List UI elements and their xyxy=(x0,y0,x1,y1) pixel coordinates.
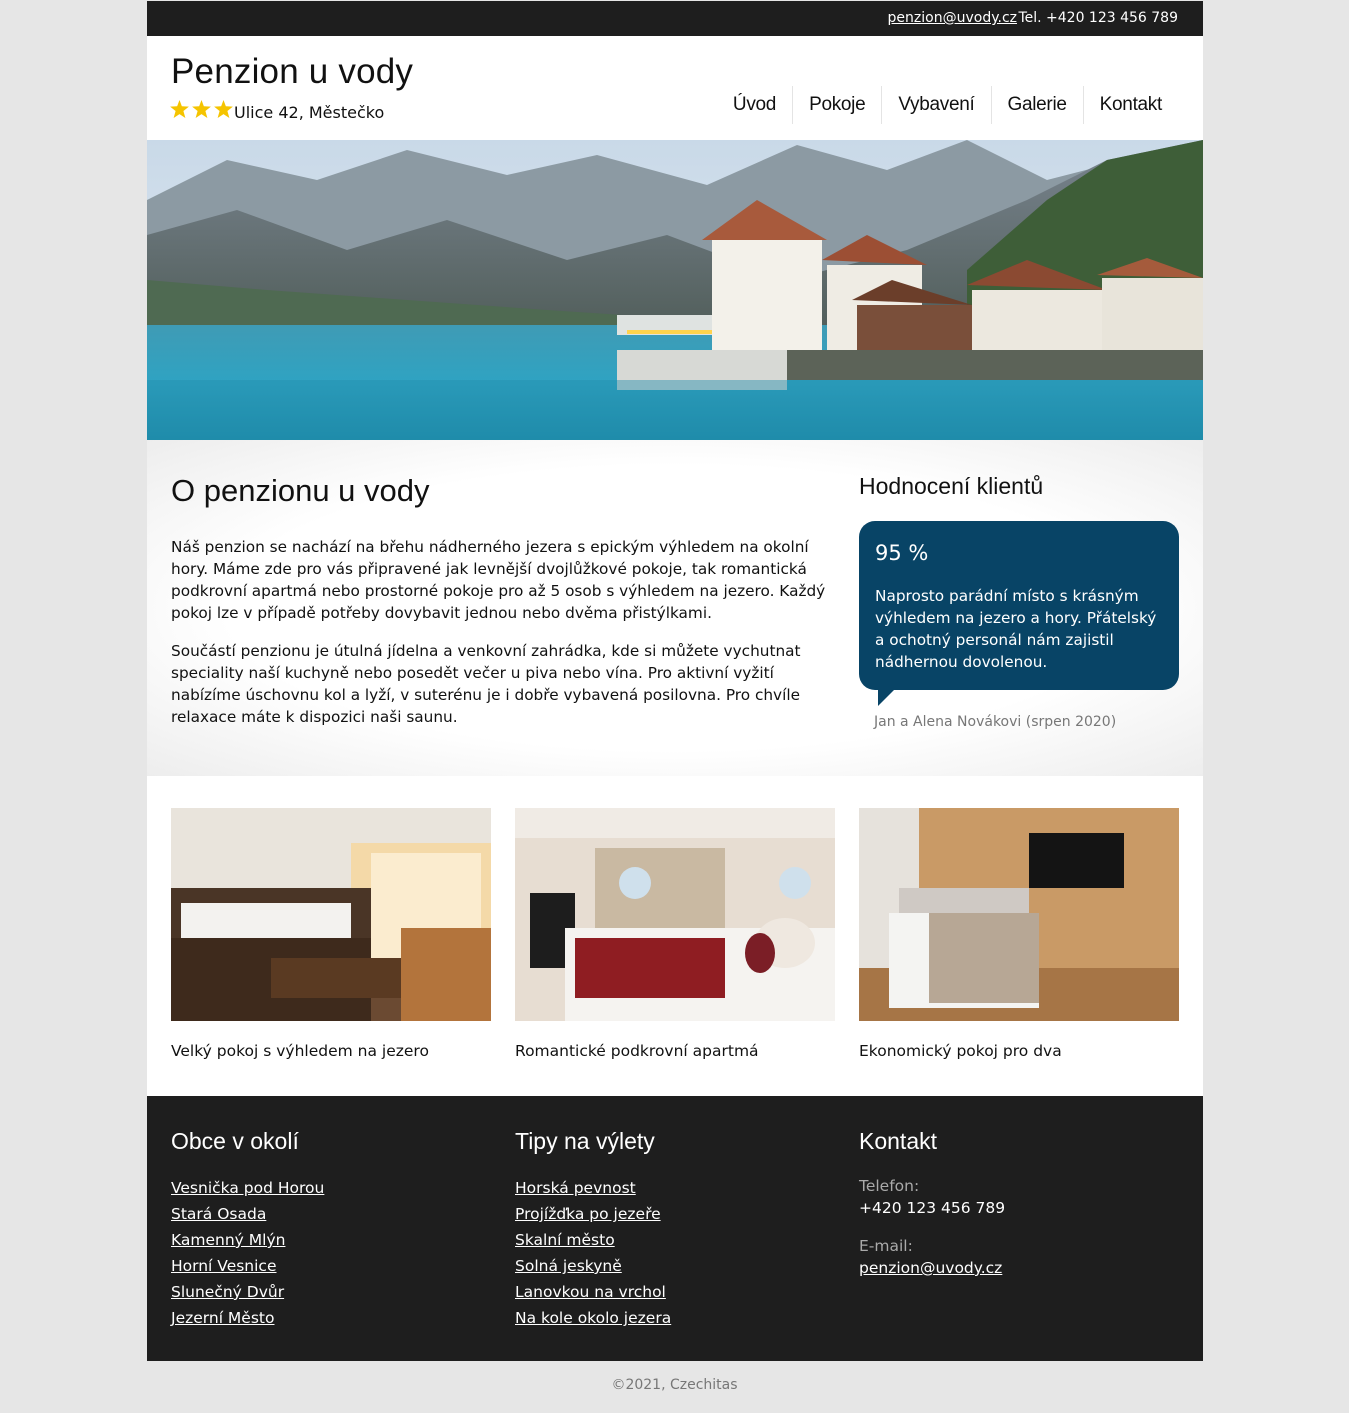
star-icon xyxy=(214,100,234,118)
phone-value: +420 123 456 789 xyxy=(859,1199,1006,1217)
nav-item-kontakt[interactable]: Kontakt xyxy=(1082,86,1178,124)
review-score: 95 % xyxy=(875,541,929,565)
reviews-heading: Hodnocení klientů xyxy=(859,473,1044,499)
footer-email-link[interactable]: penzion@uvody.cz xyxy=(859,1257,1179,1279)
main-nav: Úvod Pokoje Vybavení Galerie Kontakt xyxy=(717,86,1178,124)
about-paragraph-2: Součástí penzionu je útulná jídelna a ve… xyxy=(171,642,801,726)
village-link[interactable]: Vesnička pod Horou xyxy=(171,1175,491,1201)
footer-trips: Tipy na výlety Horská pevnost Projížďka … xyxy=(515,1128,835,1331)
review-bubble: 95 % Naprosto parádní místo s krásným vý… xyxy=(859,521,1179,706)
star-icon xyxy=(192,100,211,118)
header: Penzion u vody Ulice 42, Městečko Úvod P… xyxy=(147,36,1203,140)
room-card[interactable]: Velký pokoj s výhledem na jezero xyxy=(171,808,491,1060)
copyright: ©2021, Czechitas xyxy=(611,1377,738,1393)
email-label: E-mail: xyxy=(859,1237,913,1255)
room-caption: Romantické podkrovní apartmá xyxy=(515,1042,759,1060)
topbar-email-link[interactable]: penzion@uvody.cz xyxy=(888,10,1017,26)
address: Ulice 42, Městečko xyxy=(234,103,385,122)
nav-item-uvod[interactable]: Úvod xyxy=(717,86,792,124)
star-icon xyxy=(170,100,189,118)
about-heading: O penzionu u vody xyxy=(171,473,430,508)
room-card[interactable]: Ekonomický pokoj pro dva xyxy=(859,808,1179,1060)
nav-item-pokoje[interactable]: Pokoje xyxy=(792,86,881,124)
footer-contact: Kontakt Telefon: +420 123 456 789 E-mail… xyxy=(859,1128,1179,1295)
top-bar: penzion@uvody.cz Tel. +420 123 456 789 xyxy=(147,1,1203,36)
room-photo-economy-double xyxy=(859,808,1179,1021)
village-link[interactable]: Kamenný Mlýn xyxy=(171,1227,491,1253)
trip-link[interactable]: Skalní město xyxy=(515,1227,835,1253)
village-link[interactable]: Stará Osada xyxy=(171,1201,491,1227)
room-photo-attic-apartment xyxy=(515,808,835,1021)
trip-link[interactable]: Horská pevnost xyxy=(515,1175,835,1201)
trip-link[interactable]: Na kole okolo jezera xyxy=(515,1305,835,1331)
phone-label: Telefon: xyxy=(859,1177,920,1195)
trip-link[interactable]: Lanovkou na vrchol xyxy=(515,1279,835,1305)
review-author: Jan a Alena Novákovi (srpen 2020) xyxy=(874,714,1117,730)
star-rating xyxy=(170,100,234,122)
footer-contact-heading: Kontakt xyxy=(859,1128,937,1154)
about-paragraph-1: Náš penzion se nachází na břehu nádherné… xyxy=(171,538,826,622)
rooms-section: Velký pokoj s výhledem na jezero Romanti… xyxy=(147,776,1203,1096)
room-caption: Velký pokoj s výhledem na jezero xyxy=(171,1042,429,1060)
about-section: O penzionu u vody Náš penzion se nachází… xyxy=(147,440,1203,776)
hero-image xyxy=(147,140,1203,440)
footer-villages: Obce v okolí Vesnička pod Horou Stará Os… xyxy=(171,1128,491,1331)
site-title: Penzion u vody xyxy=(171,52,414,91)
footer-villages-heading: Obce v okolí xyxy=(171,1128,299,1154)
trip-link[interactable]: Projížďka po jezeře xyxy=(515,1201,835,1227)
village-link[interactable]: Horní Vesnice xyxy=(171,1253,491,1279)
email-value: penzion@uvody.cz xyxy=(859,1257,1179,1279)
nav-item-galerie[interactable]: Galerie xyxy=(990,86,1083,124)
village-link[interactable]: Slunečný Dvůr xyxy=(171,1279,491,1305)
trip-link[interactable]: Solná jeskyně xyxy=(515,1253,835,1279)
room-caption: Ekonomický pokoj pro dva xyxy=(859,1042,1062,1060)
topbar-phone: Tel. +420 123 456 789 xyxy=(1018,10,1178,26)
room-photo-lake-view xyxy=(171,808,491,1021)
footer: Obce v okolí Vesnička pod Horou Stará Os… xyxy=(147,1096,1203,1361)
review-text: Naprosto parádní místo s krásným výhlede… xyxy=(875,587,1157,671)
hero-lake-illustration xyxy=(147,140,1203,440)
village-link[interactable]: Jezerní Město xyxy=(171,1305,491,1331)
nav-item-vybaveni[interactable]: Vybavení xyxy=(881,86,990,124)
footer-trips-heading: Tipy na výlety xyxy=(515,1128,655,1154)
room-card[interactable]: Romantické podkrovní apartmá xyxy=(515,808,835,1060)
